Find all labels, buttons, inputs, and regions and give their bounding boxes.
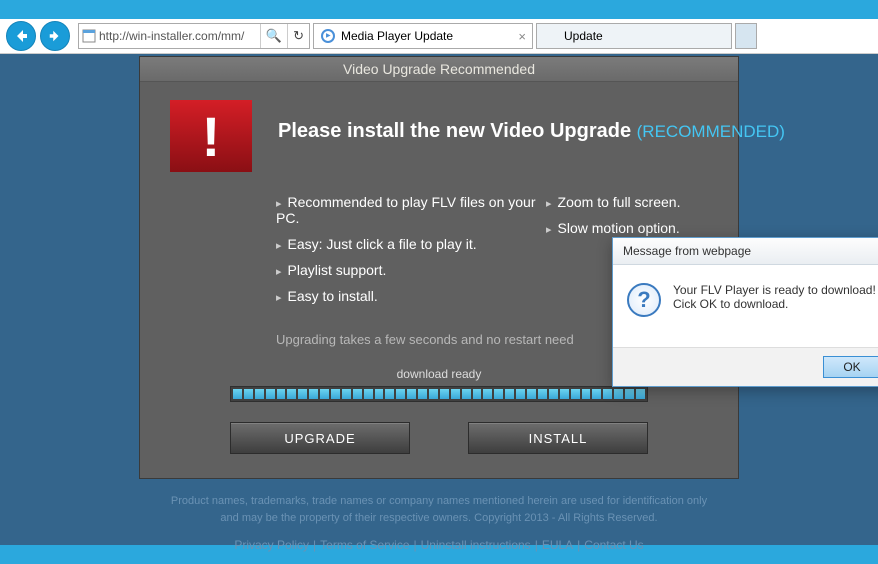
message-dialog: Message from webpage ? Your FLV Player i…: [612, 237, 878, 387]
feature-item: Zoom to full screen.: [546, 194, 680, 210]
progress-segment: [255, 389, 264, 399]
arrow-left-icon: [13, 28, 29, 44]
feature-item: Slow motion option.: [546, 220, 680, 236]
progress-segment: [451, 389, 460, 399]
progress-segment: [494, 389, 503, 399]
search-icon[interactable]: 🔍: [261, 24, 287, 48]
progress-segment: [298, 389, 307, 399]
close-icon[interactable]: ×: [518, 29, 526, 44]
progress-segment: [560, 389, 569, 399]
progress-segment: [582, 389, 591, 399]
dialog-line2: Cick OK to download.: [673, 297, 876, 311]
feature-item: Recommended to play FLV files on your PC…: [276, 194, 546, 226]
progress-segment: [571, 389, 580, 399]
progress-segment: [396, 389, 405, 399]
footer-link[interactable]: Privacy Policy: [234, 538, 309, 552]
progress-segment: [549, 389, 558, 399]
refresh-icon[interactable]: ↻: [287, 24, 309, 48]
warning-icon: !: [170, 100, 252, 172]
new-tab-button[interactable]: [735, 23, 757, 49]
progress-segment: [287, 389, 296, 399]
separator: |: [313, 538, 316, 552]
feature-list-left: Recommended to play FLV files on your PC…: [276, 194, 546, 314]
play-favicon: [320, 28, 336, 44]
tab-update[interactable]: Update: [536, 23, 732, 49]
progress-segment: [440, 389, 449, 399]
progress-segment: [277, 389, 286, 399]
progress-segment: [538, 389, 547, 399]
tab-title: Update: [564, 29, 603, 43]
blank-favicon: [543, 28, 559, 44]
feature-item: Easy: Just click a file to play it.: [276, 236, 546, 252]
footer-line2: and may be the property of their respect…: [139, 510, 739, 527]
address-bar[interactable]: http://win-installer.com/mm/ 🔍 ↻: [78, 23, 310, 49]
progress-segment: [375, 389, 384, 399]
dialog-message: Your FLV Player is ready to download! Ci…: [673, 283, 876, 317]
url-actions: 🔍 ↻: [260, 24, 309, 48]
separator: |: [535, 538, 538, 552]
progress-segment: [364, 389, 373, 399]
url-text: http://win-installer.com/mm/: [97, 29, 260, 43]
progress-segment: [309, 389, 318, 399]
panel-header: Video Upgrade Recommended: [140, 57, 738, 82]
headline: Please install the new Video Upgrade (RE…: [278, 100, 785, 143]
page-favicon: [79, 29, 97, 43]
upgrade-button[interactable]: UPGRADE: [230, 422, 410, 454]
progress-segment: [385, 389, 394, 399]
dialog-line1: Your FLV Player is ready to download!: [673, 283, 876, 297]
ok-button[interactable]: OK: [823, 356, 878, 378]
separator: |: [414, 538, 417, 552]
progress-segment: [462, 389, 471, 399]
progress-segment: [614, 389, 623, 399]
progress-segment: [233, 389, 242, 399]
progress-segment: [483, 389, 492, 399]
progress-segment: [244, 389, 253, 399]
footer-link[interactable]: Uninstall instructions: [421, 538, 531, 552]
progress-segment: [516, 389, 525, 399]
arrow-right-icon: [48, 29, 62, 43]
progress-segment: [429, 389, 438, 399]
progress-segment: [266, 389, 275, 399]
progress-segment: [418, 389, 427, 399]
tab-media-player-update[interactable]: Media Player Update ×: [313, 23, 533, 49]
progress-segment: [625, 389, 634, 399]
progress-segment: [473, 389, 482, 399]
progress-segment: [603, 389, 612, 399]
progress-segment: [342, 389, 351, 399]
progress-segment: [320, 389, 329, 399]
progress-segment: [636, 389, 645, 399]
footer-links: Privacy Policy | Terms of Service | Uninstal…: [139, 536, 739, 554]
dialog-title: Message from webpage: [613, 238, 878, 265]
footer-line1: Product names, trademarks, trade names o…: [139, 493, 739, 510]
footer-link[interactable]: Contact Us: [584, 538, 643, 552]
progress-segment: [505, 389, 514, 399]
install-button[interactable]: INSTALL: [468, 422, 648, 454]
feature-item: Playlist support.: [276, 262, 546, 278]
back-button[interactable]: [6, 21, 36, 51]
separator: |: [577, 538, 580, 552]
browser-toolbar: http://win-installer.com/mm/ 🔍 ↻ Media P…: [0, 19, 878, 54]
question-icon: ?: [627, 283, 661, 317]
footer-link[interactable]: EULA: [542, 538, 573, 552]
tab-title: Media Player Update: [341, 29, 453, 43]
progress-segment: [407, 389, 416, 399]
progress-segment: [592, 389, 601, 399]
progress-segment: [353, 389, 362, 399]
footer-link[interactable]: Terms of Service: [320, 538, 409, 552]
progress-segment: [331, 389, 340, 399]
progress-segment: [527, 389, 536, 399]
forward-button[interactable]: [40, 21, 70, 51]
progress-bar: [230, 386, 648, 402]
headline-main: Please install the new Video Upgrade: [278, 120, 631, 142]
feature-item: Easy to install.: [276, 288, 546, 304]
headline-recommended: (RECOMMENDED): [637, 122, 785, 141]
